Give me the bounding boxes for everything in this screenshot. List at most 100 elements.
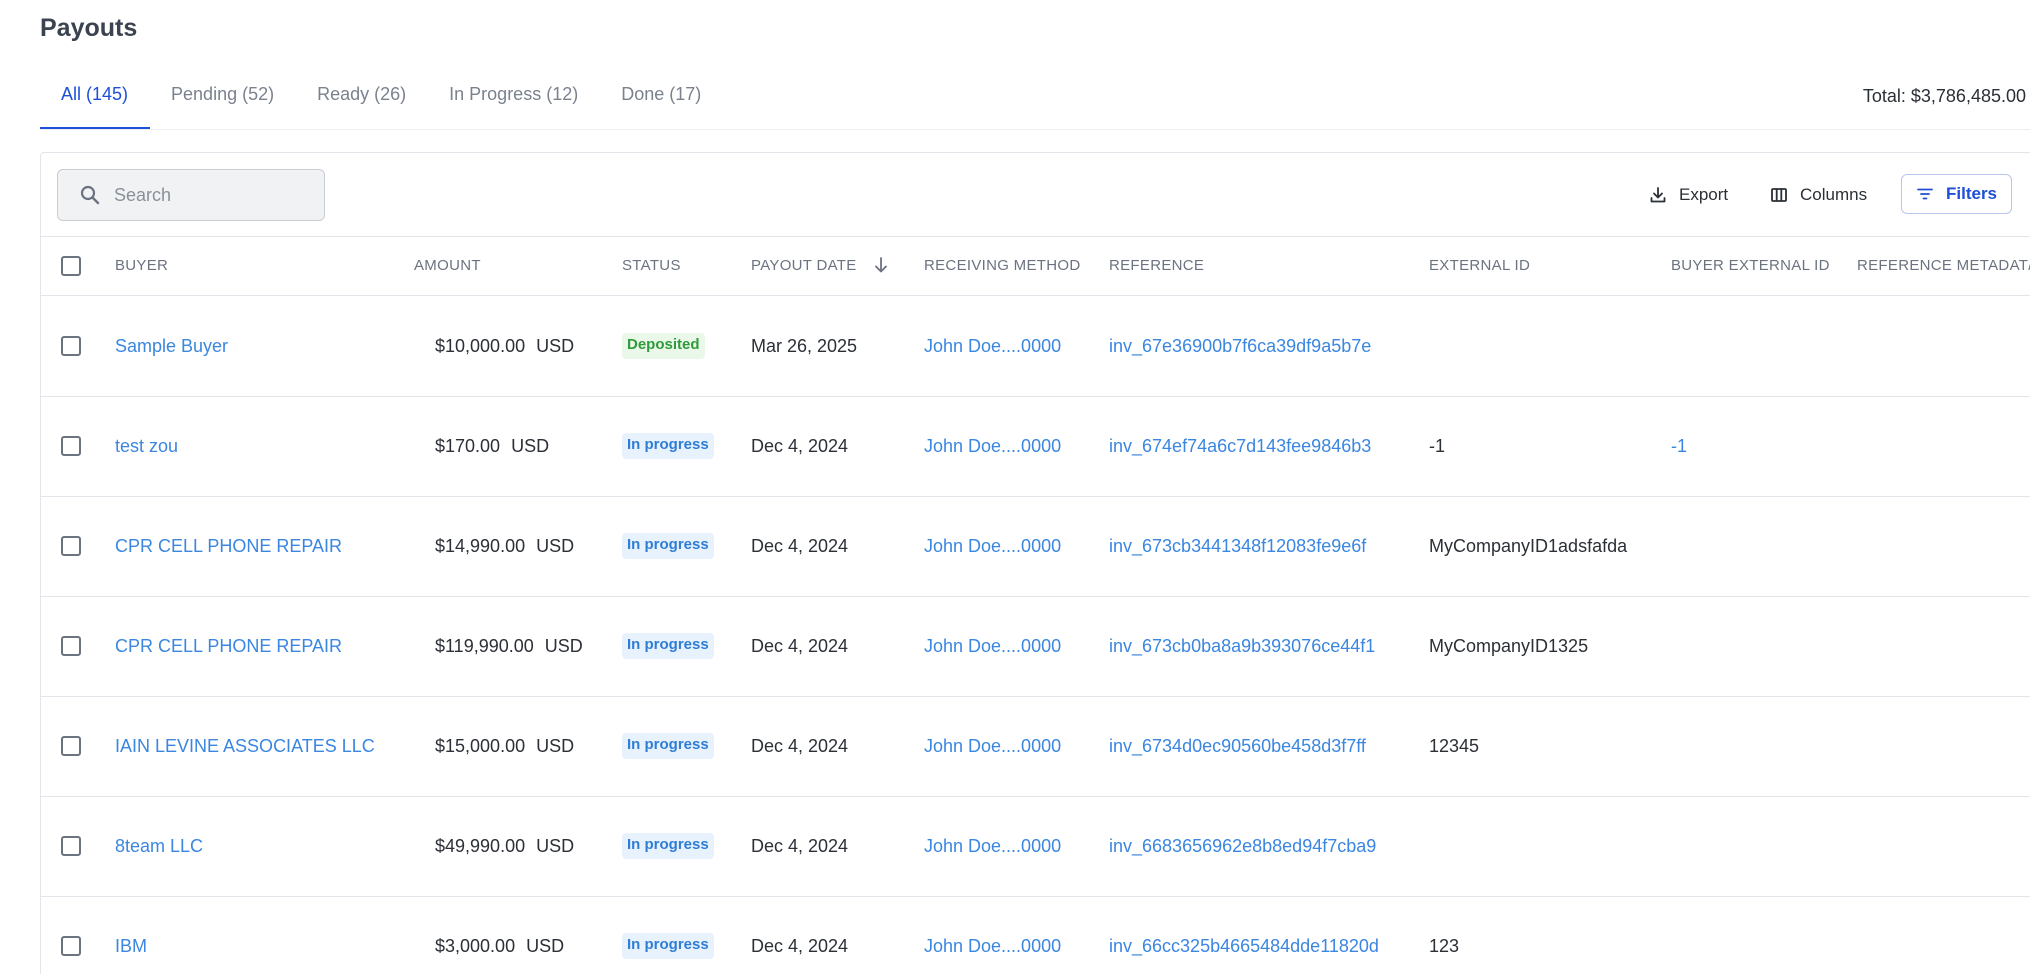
tab-in-progress[interactable]: In Progress (12) <box>428 76 600 130</box>
amount-value: $14,990.00 <box>435 536 526 556</box>
search-box[interactable] <box>57 169 325 221</box>
column-header-reference-metadata[interactable]: REFERENCE METADAT/ <box>1857 237 2030 295</box>
us-flag-icon <box>414 938 429 953</box>
search-input[interactable] <box>114 184 304 206</box>
reference-link[interactable]: inv_674ef74a6c7d143fee9846b3 <box>1109 397 1371 496</box>
tab-all[interactable]: All (145) <box>40 76 151 130</box>
status-cell: In progress <box>622 697 714 796</box>
buyer-link[interactable]: 8team LLC <box>115 797 203 896</box>
tab-done[interactable]: Done (17) <box>600 76 723 130</box>
column-header-payout-date[interactable]: PAYOUT DATE <box>751 237 889 295</box>
row-checkbox[interactable] <box>61 536 81 556</box>
payout-date-cell: Dec 4, 2024 <box>751 636 849 656</box>
reference-link[interactable]: inv_673cb0ba8a9b393076ce44f1 <box>1109 597 1375 696</box>
status-badge: In progress <box>622 932 714 959</box>
table-row[interactable]: Sample Buyer $10,000.00 USD Deposited Mar 26… <box>41 297 2030 397</box>
download-icon <box>1650 187 1666 203</box>
buyer-link[interactable]: CPR CELL PHONE REPAIR <box>115 497 342 596</box>
row-checkbox[interactable] <box>61 636 81 656</box>
currency-code: USD <box>526 936 565 956</box>
filters-label: Filters <box>1946 184 1998 203</box>
reference-link[interactable]: inv_67e36900b7f6ca39df9a5b7e <box>1109 297 1371 396</box>
table-row[interactable]: IAIN LEVINE ASSOCIATES LLC $15,000.00 USD I… <box>41 697 2030 797</box>
receiving-method-link[interactable]: John Doe....0000 <box>924 797 1061 896</box>
row-checkbox[interactable] <box>61 936 81 956</box>
external-id-cell: MyCompanyID1325 <box>1429 636 1589 656</box>
currency-code: USD <box>536 336 575 356</box>
us-flag-icon <box>414 738 429 753</box>
currency-code: USD <box>536 836 575 856</box>
select-all-checkbox[interactable] <box>61 256 81 276</box>
table-row[interactable]: test zou $170.00 USD In progress Dec 4, 2024… <box>41 397 2030 497</box>
column-header-external-id[interactable]: EXTERNAL ID <box>1429 237 1530 295</box>
tab-ready[interactable]: Ready (26) <box>296 76 428 130</box>
table-row[interactable]: 8team LLC $49,990.00 USD In progress Dec 4, … <box>41 797 2030 897</box>
column-header-reference[interactable]: REFERENCE <box>1109 237 1204 295</box>
buyer-link[interactable]: IBM <box>115 897 147 974</box>
filters-button[interactable]: Filters <box>1901 174 2013 214</box>
receiving-method-link[interactable]: John Doe....0000 <box>924 897 1061 974</box>
buyer-link[interactable]: test zou <box>115 397 178 496</box>
receiving-method-link[interactable]: John Doe....0000 <box>924 497 1061 596</box>
status-badge: In progress <box>622 432 714 459</box>
row-checkbox[interactable] <box>61 836 81 856</box>
search-icon <box>80 185 100 205</box>
table-row[interactable]: IBM $3,000.00 USD In progress Dec 4, 2024 Joh… <box>41 897 2030 974</box>
receiving-method-link[interactable]: John Doe....0000 <box>924 597 1061 696</box>
amount-value: $49,990.00 <box>435 836 526 856</box>
column-header-buyer-external-id[interactable]: BUYER EXTERNAL ID <box>1671 237 1830 295</box>
buyer-link[interactable]: CPR CELL PHONE REPAIR <box>115 597 342 696</box>
buyer-external-id-link[interactable]: -1 <box>1671 397 1687 496</box>
payout-date-cell: Dec 4, 2024 <box>751 436 849 456</box>
currency-code: USD <box>536 536 575 556</box>
currency-code: USD <box>536 736 575 756</box>
receiving-method-link[interactable]: John Doe....0000 <box>924 297 1061 396</box>
row-checkbox[interactable] <box>61 336 81 356</box>
row-checkbox[interactable] <box>61 436 81 456</box>
export-button[interactable]: Export <box>1649 177 1728 213</box>
reference-link[interactable]: inv_673cb3441348f12083fe9e6f <box>1109 497 1366 596</box>
status-badge: In progress <box>622 832 714 859</box>
export-label: Export <box>1679 185 1729 204</box>
buyer-link[interactable]: Sample Buyer <box>115 297 228 396</box>
reference-link[interactable]: inv_6734d0ec90560be458d3f7ff <box>1109 697 1366 796</box>
currency-code: USD <box>511 436 550 456</box>
column-header-buyer[interactable]: BUYER <box>115 237 168 295</box>
amount-cell: $119,990.00 USD <box>414 597 583 696</box>
payouts-table-card: Export Columns Filters BUYER AMOUNT STAT… <box>40 152 2030 974</box>
amount-cell: $49,990.00 USD <box>414 797 574 896</box>
currency-code: USD <box>544 636 583 656</box>
status-badge: In progress <box>622 732 714 759</box>
total-amount: Total: $3,786,485.00 <box>1862 86 2026 106</box>
columns-button[interactable]: Columns <box>1770 177 1867 213</box>
reference-link[interactable]: inv_66cc325b4665484dde11820d <box>1109 897 1379 974</box>
status-badge: Deposited <box>622 332 705 359</box>
amount-cell: $170.00 USD <box>414 397 549 496</box>
tab-pending[interactable]: Pending (52) <box>150 76 296 130</box>
column-header-receiving-method[interactable]: RECEIVING METHOD <box>924 237 1080 295</box>
payout-date-cell: Dec 4, 2024 <box>751 836 849 856</box>
table-row[interactable]: CPR CELL PHONE REPAIR $14,990.00 USD In pro… <box>41 497 2030 597</box>
status-cell: In progress <box>622 597 714 696</box>
row-checkbox[interactable] <box>61 736 81 756</box>
status-tabs: All (145) Pending (52) Ready (26) In Pro… <box>40 76 723 130</box>
amount-cell: $15,000.00 USD <box>414 697 574 796</box>
table-row[interactable]: CPR CELL PHONE REPAIR $119,990.00 USD In pr… <box>41 597 2030 697</box>
status-badge: In progress <box>622 632 714 659</box>
reference-link[interactable]: inv_6683656962e8b8ed94f7cba9 <box>1109 797 1376 896</box>
payout-date-cell: Mar 26, 2025 <box>751 336 858 356</box>
receiving-method-link[interactable]: John Doe....0000 <box>924 397 1061 496</box>
receiving-method-link[interactable]: John Doe....0000 <box>924 697 1061 796</box>
tabs-divider <box>40 129 2030 130</box>
buyer-link[interactable]: IAIN LEVINE ASSOCIATES LLC <box>115 697 375 796</box>
amount-cell: $14,990.00 USD <box>414 497 574 596</box>
arrow-down-icon[interactable] <box>873 256 889 274</box>
external-id-cell: 12345 <box>1429 736 1480 756</box>
filter-icon <box>1917 188 1933 200</box>
payout-date-label: PAYOUT DATE <box>751 257 857 274</box>
amount-value: $15,000.00 <box>435 736 526 756</box>
status-cell: Deposited <box>622 297 705 396</box>
column-header-amount[interactable]: AMOUNT <box>414 237 481 295</box>
column-header-status[interactable]: STATUS <box>622 237 681 295</box>
us-flag-icon <box>414 338 429 353</box>
